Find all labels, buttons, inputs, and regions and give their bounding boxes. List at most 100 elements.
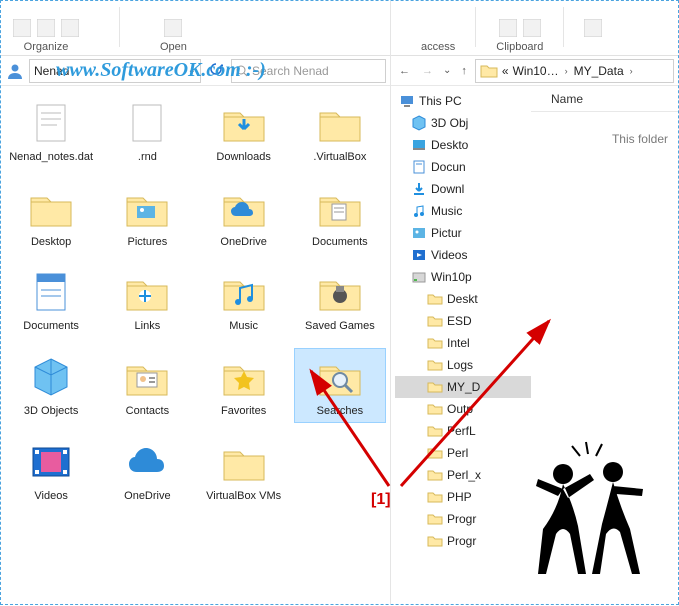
folder-icon: [427, 335, 443, 351]
folder-icon: [427, 313, 443, 329]
chevron-right-icon: ›: [563, 66, 570, 76]
address-box-left[interactable]: Nenad ⌄: [29, 59, 201, 83]
file-item-label: Documents: [23, 320, 79, 333]
file-item[interactable]: .VirtualBox: [294, 94, 386, 169]
history-dropdown[interactable]: ⌄: [441, 65, 453, 76]
file-item[interactable]: Music: [198, 263, 290, 338]
address-box-right[interactable]: « Win10… › MY_Data ›: [475, 59, 674, 83]
file-item[interactable]: Downloads: [198, 94, 290, 169]
file-item-label: VirtualBox VMs: [206, 490, 281, 503]
ribbon-group-extra[interactable]: [584, 19, 602, 53]
folder-music-icon: [220, 268, 268, 316]
file-grid[interactable]: Nenad_notes.dat.rndDownloads.VirtualBox D…: [1, 86, 390, 604]
file-item[interactable]: Documents: [294, 179, 386, 254]
pc-icon: [399, 93, 415, 109]
file-item-label: Music: [229, 320, 258, 333]
up-button[interactable]: ↑: [457, 65, 471, 77]
file-item-label: Links: [135, 320, 161, 333]
tree-subitem[interactable]: Intel: [395, 332, 531, 354]
file-item[interactable]: Favorites: [198, 348, 290, 423]
folder-icon: [427, 423, 443, 439]
disk-icon: [411, 269, 427, 285]
file-item[interactable]: Desktop: [5, 179, 97, 254]
tree-item[interactable]: Docun: [395, 156, 531, 178]
doc-icon-icon: [27, 268, 75, 316]
clipboard-icon: [499, 19, 517, 37]
tree-root[interactable]: This PC: [395, 90, 531, 112]
file-item-label: 3D Objects: [24, 405, 78, 418]
ribbon-clipboard-label: Clipboard: [496, 41, 543, 53]
paste-icon: [61, 19, 79, 37]
tree-item[interactable]: Win10p: [395, 266, 531, 288]
file-item-label: Desktop: [31, 236, 71, 249]
file-item-label: Contacts: [126, 405, 169, 418]
open-icon: [164, 19, 182, 37]
ribbon-separator: [563, 7, 564, 47]
cut-icon: [13, 19, 31, 37]
folder-icon: [427, 511, 443, 527]
tree-item[interactable]: Downl: [395, 178, 531, 200]
folder-search-icon: [316, 353, 364, 401]
search-icon: [236, 65, 248, 77]
tree-item[interactable]: Pictur: [395, 222, 531, 244]
forward-button[interactable]: →: [418, 65, 437, 77]
3d-icon-icon: [27, 353, 75, 401]
file-item[interactable]: Documents: [5, 263, 97, 338]
tree-item[interactable]: Music: [395, 200, 531, 222]
file-item[interactable]: Nenad_notes.dat: [5, 94, 97, 169]
file-item[interactable]: VirtualBox VMs: [198, 433, 290, 508]
ribbon-separator: [475, 7, 476, 47]
tree-subitem[interactable]: ESD: [395, 310, 531, 332]
folder-icon: [427, 445, 443, 461]
file-item[interactable]: Searches: [294, 348, 386, 423]
address-current-folder: Nenad: [34, 64, 69, 78]
folder-contact-icon: [123, 353, 171, 401]
tree-item[interactable]: 3D Obj: [395, 112, 531, 134]
tree-item[interactable]: Videos: [395, 244, 531, 266]
dl-icon: [411, 181, 427, 197]
left-explorer-pane: Organize Open Nenad ⌄ Se: [1, 1, 391, 604]
file-item[interactable]: 3D Objects: [5, 348, 97, 423]
file-item[interactable]: OneDrive: [101, 433, 193, 508]
tree-subitem[interactable]: MY_D: [395, 376, 531, 398]
breadcrumb[interactable]: MY_Data: [574, 64, 624, 78]
file-item[interactable]: OneDrive: [198, 179, 290, 254]
tree-subitem[interactable]: Logs: [395, 354, 531, 376]
3d-icon: [411, 115, 427, 131]
column-header-name[interactable]: Name: [531, 86, 678, 112]
video-icon-icon: [27, 438, 75, 486]
file-item[interactable]: Contacts: [101, 348, 193, 423]
folder-icon: [427, 291, 443, 307]
breadcrumb[interactable]: Win10…: [513, 64, 559, 78]
tree-item[interactable]: Deskto: [395, 134, 531, 156]
file-item[interactable]: Videos: [5, 433, 97, 508]
breadcrumb[interactable]: «: [502, 64, 509, 78]
file-item[interactable]: Links: [101, 263, 193, 338]
ribbon-left: Organize Open: [1, 1, 390, 56]
folder-icon: [316, 99, 364, 147]
folder-icon: [427, 357, 443, 373]
address-bar-right: ← → ⌄ ↑ « Win10… › MY_Data ›: [391, 56, 678, 86]
folder-icon: [427, 401, 443, 417]
file-blank-icon: [123, 99, 171, 147]
file-item[interactable]: Saved Games: [294, 263, 386, 338]
folder-doc-icon: [316, 184, 364, 232]
folder-pic-icon: [123, 184, 171, 232]
ribbon-group-open[interactable]: Open: [160, 19, 187, 53]
file-item[interactable]: .rnd: [101, 94, 193, 169]
ribbon-group-organize[interactable]: Organize: [13, 19, 79, 53]
clipboard-icon: [523, 19, 541, 37]
file-item[interactable]: Pictures: [101, 179, 193, 254]
back-button[interactable]: ←: [395, 65, 414, 77]
file-item-label: Documents: [312, 236, 368, 249]
ribbon-group-clipboard[interactable]: Clipboard: [496, 19, 543, 53]
folder-icon: [427, 533, 443, 549]
music-icon: [411, 203, 427, 219]
folder-icon: [480, 62, 498, 80]
tree-subitem[interactable]: Outp: [395, 398, 531, 420]
refresh-button[interactable]: [205, 62, 227, 79]
folder-cloud-icon: [220, 184, 268, 232]
file-item-label: Searches: [317, 405, 363, 418]
tree-subitem[interactable]: Deskt: [395, 288, 531, 310]
search-input-left[interactable]: Search Nenad: [231, 59, 386, 83]
